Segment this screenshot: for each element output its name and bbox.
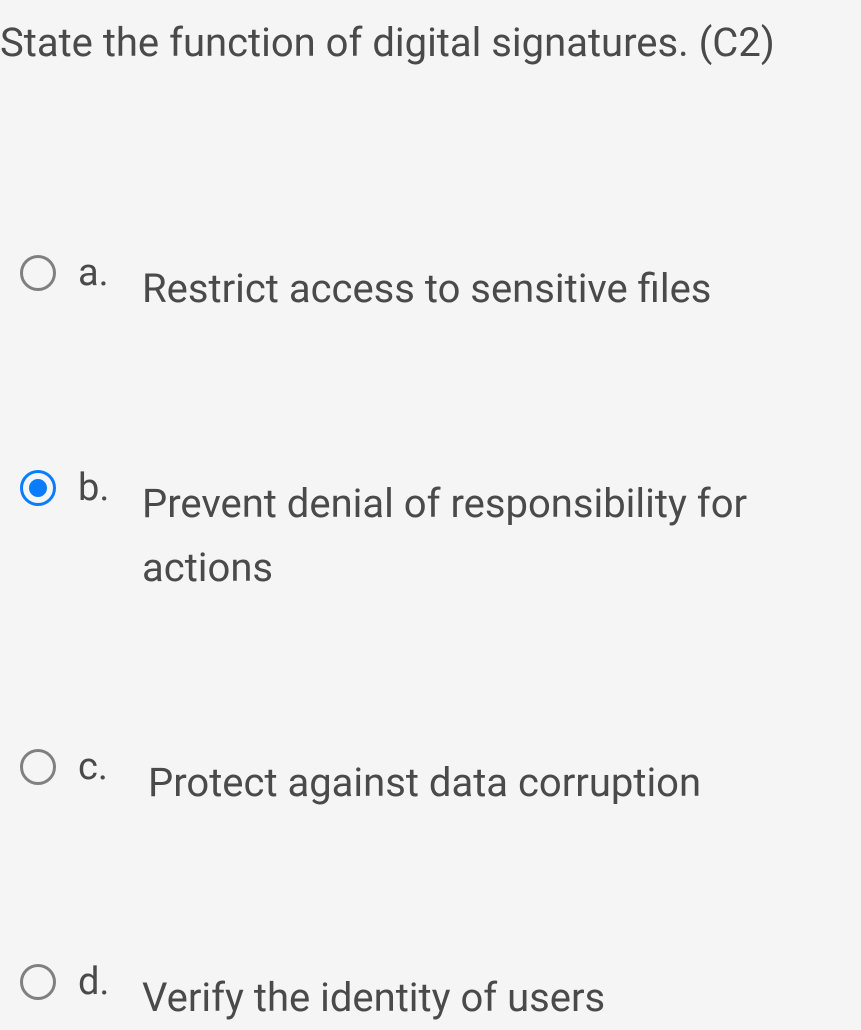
option-text-c: Protect against data corruption [142, 745, 701, 815]
option-text-a: Restrict access to sensitive files [142, 251, 711, 321]
radio-button-c[interactable] [20, 749, 56, 785]
radio-button-a[interactable] [20, 255, 56, 291]
option-text-d: Verify the identity of users [142, 960, 605, 1030]
option-letter-b: b. [78, 466, 114, 512]
option-b[interactable]: b. Prevent denial of responsibility for … [20, 466, 861, 600]
option-letter-c: c. [78, 745, 114, 791]
options-list: a. Restrict access to sensitive files b.… [0, 71, 861, 1030]
radio-button-b[interactable] [20, 470, 56, 506]
option-letter-d: d. [78, 960, 114, 1006]
option-d[interactable]: d. Verify the identity of users [20, 960, 861, 1030]
option-a[interactable]: a. Restrict access to sensitive files [20, 251, 861, 321]
radio-button-d[interactable] [20, 964, 56, 1000]
option-letter-a: a. [78, 251, 114, 297]
question-text: State the function of digital signatures… [0, 0, 861, 71]
option-text-b: Prevent denial of responsibility for act… [142, 466, 822, 600]
option-c[interactable]: c. Protect against data corruption [20, 745, 861, 815]
